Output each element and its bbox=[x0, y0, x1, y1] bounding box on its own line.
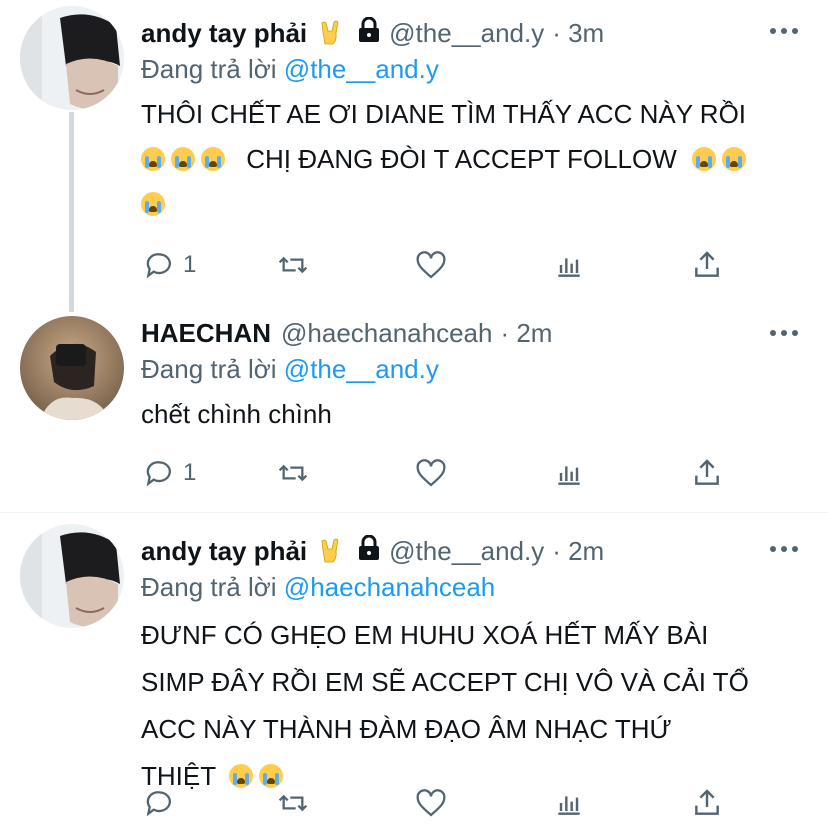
text-segment: CHỊ ĐANG ĐÒI T ACCEPT FOLLOW bbox=[246, 144, 677, 174]
tweet-text: ĐƯNF CÓ GHẸO EM HUHU XOÁ HẾT MẤY BÀI SIM… bbox=[141, 612, 811, 800]
reply-count: 1 bbox=[183, 251, 197, 278]
timestamp[interactable]: · 2m bbox=[552, 536, 604, 567]
text-line: ACC NÀY THÀNH ĐÀM ĐẠO ÂM NHẠC THỨ bbox=[141, 714, 672, 744]
retweet-icon bbox=[278, 794, 308, 812]
display-name[interactable]: HAECHAN bbox=[141, 318, 271, 349]
action-bar: 1 bbox=[141, 248, 741, 282]
share-button[interactable] bbox=[691, 248, 723, 282]
action-bar bbox=[141, 786, 741, 820]
views-button[interactable] bbox=[553, 456, 585, 490]
reply-prefix: Đang trả lời bbox=[141, 354, 277, 384]
loudly-crying-emoji bbox=[141, 192, 165, 216]
tweet-header: andy tay phải @the__and.y · 2m bbox=[141, 534, 604, 568]
tweet-text: THÔI CHẾT AE ƠI DIANE TÌM THẤY ACC NÀY R… bbox=[141, 92, 811, 227]
retweet-icon bbox=[278, 256, 308, 274]
retweet-button[interactable] bbox=[277, 786, 309, 820]
thread-line bbox=[69, 112, 74, 312]
retweet-button[interactable] bbox=[277, 248, 309, 282]
reply-count: 1 bbox=[183, 459, 197, 486]
reply-prefix: Đang trả lời bbox=[141, 54, 277, 84]
timestamp[interactable]: · 2m bbox=[500, 318, 552, 349]
share-icon bbox=[695, 789, 719, 815]
avatar[interactable] bbox=[20, 524, 124, 628]
like-icon bbox=[416, 459, 446, 487]
tweet-header: HAECHAN @haechanahceah · 2m bbox=[141, 316, 552, 350]
action-bar: 1 bbox=[141, 456, 741, 490]
display-name[interactable]: andy tay phải bbox=[141, 18, 307, 49]
horns-emoji bbox=[317, 20, 343, 46]
views-icon bbox=[558, 796, 580, 815]
more-icon[interactable] bbox=[770, 544, 800, 554]
reply-button[interactable]: 1 bbox=[143, 248, 196, 282]
loudly-crying-emoji bbox=[258, 764, 283, 788]
timestamp[interactable]: · 3m bbox=[552, 18, 604, 49]
reply-context: Đang trả lời @haechanahceah bbox=[141, 572, 495, 603]
reply-prefix: Đang trả lời bbox=[141, 572, 277, 602]
share-button[interactable] bbox=[691, 786, 723, 820]
emoji-line bbox=[141, 182, 811, 227]
like-button[interactable] bbox=[415, 786, 447, 820]
horns-emoji bbox=[317, 538, 343, 564]
text-line: ĐƯNF CÓ GHẸO EM HUHU XOÁ HẾT MẤY BÀI bbox=[141, 620, 709, 650]
reply-context: Đang trả lời @the__and.y bbox=[141, 54, 439, 85]
text-line: THÔI CHẾT AE ƠI DIANE TÌM THẤY ACC NÀY R… bbox=[141, 99, 747, 129]
share-icon bbox=[695, 251, 719, 277]
loudly-crying-emoji bbox=[171, 147, 195, 171]
handle[interactable]: @haechanahceah bbox=[281, 318, 492, 349]
lock-icon bbox=[357, 16, 381, 50]
more-icon[interactable] bbox=[770, 26, 800, 36]
handle[interactable]: @the__and.y bbox=[389, 536, 544, 567]
divider bbox=[0, 512, 828, 513]
display-name[interactable]: andy tay phải bbox=[141, 536, 307, 567]
reply-mention[interactable]: @the__and.y bbox=[284, 354, 439, 384]
loudly-crying-emoji bbox=[141, 147, 165, 171]
reply-context: Đang trả lời @the__and.y bbox=[141, 354, 439, 385]
more-icon[interactable] bbox=[770, 328, 800, 338]
loudly-crying-emoji bbox=[201, 147, 225, 171]
views-icon bbox=[558, 258, 580, 277]
like-icon bbox=[416, 251, 446, 279]
reply-button[interactable]: 1 bbox=[143, 456, 196, 490]
text-line: chết chình chình bbox=[141, 399, 332, 429]
loudly-crying-emoji bbox=[722, 147, 746, 171]
retweet-button[interactable] bbox=[277, 456, 309, 490]
reply-icon bbox=[146, 461, 171, 487]
reply-mention[interactable]: @haechanahceah bbox=[284, 572, 495, 602]
reply-icon bbox=[146, 791, 171, 817]
like-icon bbox=[416, 789, 446, 817]
views-button[interactable] bbox=[553, 248, 585, 282]
views-button[interactable] bbox=[553, 786, 585, 820]
like-button[interactable] bbox=[415, 248, 447, 282]
retweet-icon bbox=[278, 464, 308, 482]
loudly-crying-emoji bbox=[692, 147, 716, 171]
avatar[interactable] bbox=[20, 316, 124, 420]
like-button[interactable] bbox=[415, 456, 447, 490]
reply-icon bbox=[146, 253, 171, 279]
text-line-with-emoji: CHỊ ĐANG ĐÒI T ACCEPT FOLLOW bbox=[141, 137, 811, 182]
share-button[interactable] bbox=[691, 456, 723, 490]
lock-icon bbox=[357, 534, 381, 568]
avatar[interactable] bbox=[20, 6, 124, 110]
share-icon bbox=[695, 459, 719, 485]
handle[interactable]: @the__and.y bbox=[389, 18, 544, 49]
reply-mention[interactable]: @the__and.y bbox=[284, 54, 439, 84]
loudly-crying-emoji bbox=[228, 764, 253, 788]
views-icon bbox=[558, 466, 580, 485]
tweet-header: andy tay phải @the__and.y · 3m bbox=[141, 16, 604, 50]
reply-button[interactable] bbox=[143, 786, 183, 820]
tweet-text: chết chình chình bbox=[141, 392, 811, 437]
text-line: SIMP ĐÂY RỒI EM SẼ ACCEPT CHỊ VÔ VÀ CẢI … bbox=[141, 667, 749, 697]
